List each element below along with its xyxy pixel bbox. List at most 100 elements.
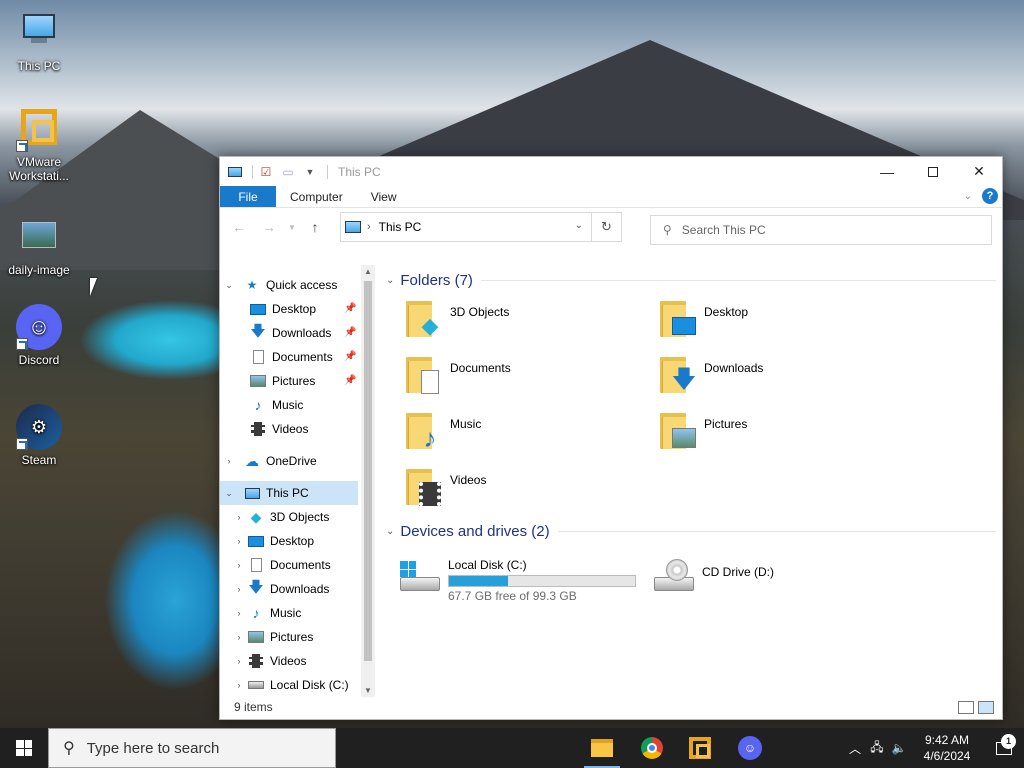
address-bar[interactable]: › This PC ⌄ ↻ [340, 212, 622, 242]
minimize-button[interactable]: — [864, 157, 910, 186]
tab-computer[interactable]: Computer [276, 186, 357, 207]
scrollbar-thumb[interactable] [364, 281, 372, 661]
volume-muted-icon[interactable]: 🔈 [888, 741, 910, 755]
this-pc-icon [226, 164, 244, 180]
sidebar-item-quick-access[interactable]: ⌄ ★ Quick access [220, 273, 376, 297]
taskbar-search-box[interactable]: ⚲ Type here to search [48, 728, 336, 768]
scroll-up-icon[interactable]: ▲ [361, 267, 375, 276]
sidebar-item-pc-downloads[interactable]: › 🡇 Downloads [220, 577, 376, 601]
folder-desktop[interactable]: Desktop [658, 297, 898, 349]
desktop-icon-discord[interactable]: ☺ Discord [4, 304, 74, 367]
film-icon [418, 482, 442, 506]
taskbar-file-explorer[interactable] [578, 728, 626, 768]
back-arrow-icon: ← [232, 219, 246, 235]
folders-group-header[interactable]: ⌄ Folders (7) [386, 269, 1002, 291]
expand-ribbon-icon[interactable]: ⌄ [964, 191, 972, 202]
desktop-icon-this-pc[interactable]: This PC [4, 10, 74, 73]
maximize-button[interactable] [910, 157, 956, 186]
pin-icon: 📌 [344, 351, 357, 362]
sidebar-scrollbar[interactable]: ▲ ▼ [361, 265, 375, 697]
recent-locations-button[interactable]: ▼ [286, 214, 298, 240]
sidebar-item-desktop[interactable]: Desktop 📌 [220, 297, 376, 321]
folder-downloads[interactable]: 🡇 Downloads [658, 353, 898, 405]
desktop-icon-daily-image[interactable]: daily-image [4, 214, 74, 277]
sidebar-item-downloads[interactable]: 🡇 Downloads 📌 [220, 321, 376, 345]
desktop-icon-vmware[interactable]: VMware Workstati... [4, 106, 74, 183]
scroll-down-icon[interactable]: ▼ [361, 686, 375, 695]
sidebar-item-documents[interactable]: Documents 📌 [220, 345, 376, 369]
folder-icon: ◆ [404, 297, 444, 339]
breadcrumb-chevron-icon[interactable]: › [367, 221, 371, 233]
start-button[interactable] [0, 728, 48, 768]
close-button[interactable]: ✕ [956, 157, 1002, 186]
forward-button[interactable]: → [256, 214, 282, 240]
chevron-right-icon[interactable]: › [234, 560, 244, 570]
status-bar: 9 items [220, 695, 1002, 719]
chevron-down-icon[interactable]: ⌄ [386, 275, 394, 286]
breadcrumb-this-pc[interactable]: This PC [379, 220, 422, 234]
up-button[interactable]: ↑ [302, 214, 328, 240]
search-input[interactable]: ⚲ Search This PC [650, 215, 992, 245]
desktop-icon-label: VMware Workstati... [9, 155, 69, 183]
clock-time: 9:42 AM [924, 733, 970, 747]
sidebar-item-pc-music[interactable]: › ♪ Music [220, 601, 376, 625]
sidebar-item-onedrive[interactable]: › ☁ OneDrive [220, 449, 376, 473]
customize-toolbar-chevron-icon[interactable]: ▼ [301, 164, 319, 180]
taskbar-chrome[interactable] [628, 728, 676, 768]
drive-local-disk-c[interactable]: Local Disk (C:) 67.7 GB free of 99.3 GB [398, 555, 658, 607]
title-bar[interactable]: ☑ ▭ ▼ This PC — ✕ [220, 157, 1002, 186]
sidebar-item-this-pc[interactable]: ⌄ This PC [220, 481, 358, 505]
notification-center-button[interactable]: 1 [984, 733, 1024, 755]
drive-cd-d[interactable]: CD Drive (D:) [652, 555, 912, 607]
folder-documents[interactable]: Documents [404, 353, 644, 405]
download-arrow-icon: 🡇 [248, 578, 264, 596]
chevron-right-icon[interactable]: › [224, 456, 234, 466]
chevron-right-icon[interactable]: › [234, 584, 244, 594]
taskbar-discord[interactable]: ☺ [726, 728, 774, 768]
chevron-down-icon: ▼ [288, 222, 296, 232]
sidebar-item-pictures[interactable]: Pictures 📌 [220, 369, 376, 393]
sidebar-item-music[interactable]: ♪ Music [220, 393, 376, 417]
drives-group-header[interactable]: ⌄ Devices and drives (2) [386, 520, 1002, 542]
chevron-down-icon[interactable]: ⌄ [224, 488, 234, 499]
window-title: This PC [338, 164, 381, 179]
address-dropdown-icon[interactable]: ⌄ [575, 220, 583, 231]
chevron-right-icon[interactable]: › [234, 512, 244, 522]
network-icon[interactable]: 🖧 [866, 738, 888, 759]
refresh-button[interactable]: ↻ [591, 213, 621, 241]
sidebar-item-pc-pictures[interactable]: › Pictures [220, 625, 376, 649]
show-hidden-icons-chevron-icon[interactable]: ︿ [844, 740, 866, 757]
large-icons-view-icon[interactable] [978, 701, 994, 714]
sidebar-item-local-disk[interactable]: › Local Disk (C:) [220, 673, 376, 697]
desktop-icon-steam[interactable]: ⚙ Steam [4, 404, 74, 467]
sidebar-item-pc-desktop[interactable]: › Desktop [220, 529, 376, 553]
chevron-right-icon[interactable]: › [234, 656, 244, 666]
folder-pictures[interactable]: Pictures [658, 409, 898, 461]
folder-3d-objects[interactable]: ◆ 3D Objects [404, 297, 644, 349]
chevron-down-icon[interactable]: ⌄ [224, 280, 234, 291]
chevron-right-icon[interactable]: › [234, 632, 244, 642]
back-button[interactable]: ← [226, 214, 252, 240]
folder-videos[interactable]: Videos [404, 465, 644, 517]
taskbar-vmware[interactable] [676, 728, 724, 768]
sidebar-item-videos[interactable]: Videos [220, 417, 376, 441]
folder-music[interactable]: ♪ Music [404, 409, 644, 461]
chevron-right-icon[interactable]: › [234, 536, 244, 546]
new-folder-icon[interactable]: ▭ [279, 164, 297, 180]
sidebar-item-pc-documents[interactable]: › Documents [220, 553, 376, 577]
tab-view[interactable]: View [357, 186, 411, 207]
sidebar-item-pc-videos[interactable]: › Videos [220, 649, 376, 673]
chevron-right-icon[interactable]: › [234, 608, 244, 618]
chevron-down-icon[interactable]: ⌄ [386, 526, 394, 537]
mouse-cursor-icon [90, 278, 97, 296]
properties-icon[interactable]: ☑ [257, 164, 275, 180]
tab-file[interactable]: File [220, 186, 276, 207]
clock[interactable]: 9:42 AM 4/6/2024 [910, 732, 984, 764]
help-icon[interactable]: ? [982, 188, 998, 204]
details-view-icon[interactable] [958, 701, 974, 714]
maximize-icon [928, 166, 938, 177]
sidebar-item-3d-objects[interactable]: › ◆ 3D Objects [220, 505, 376, 529]
music-note-icon: ♪ [423, 422, 437, 453]
chevron-right-icon[interactable]: › [234, 680, 244, 690]
drive-usage-bar [448, 575, 636, 587]
